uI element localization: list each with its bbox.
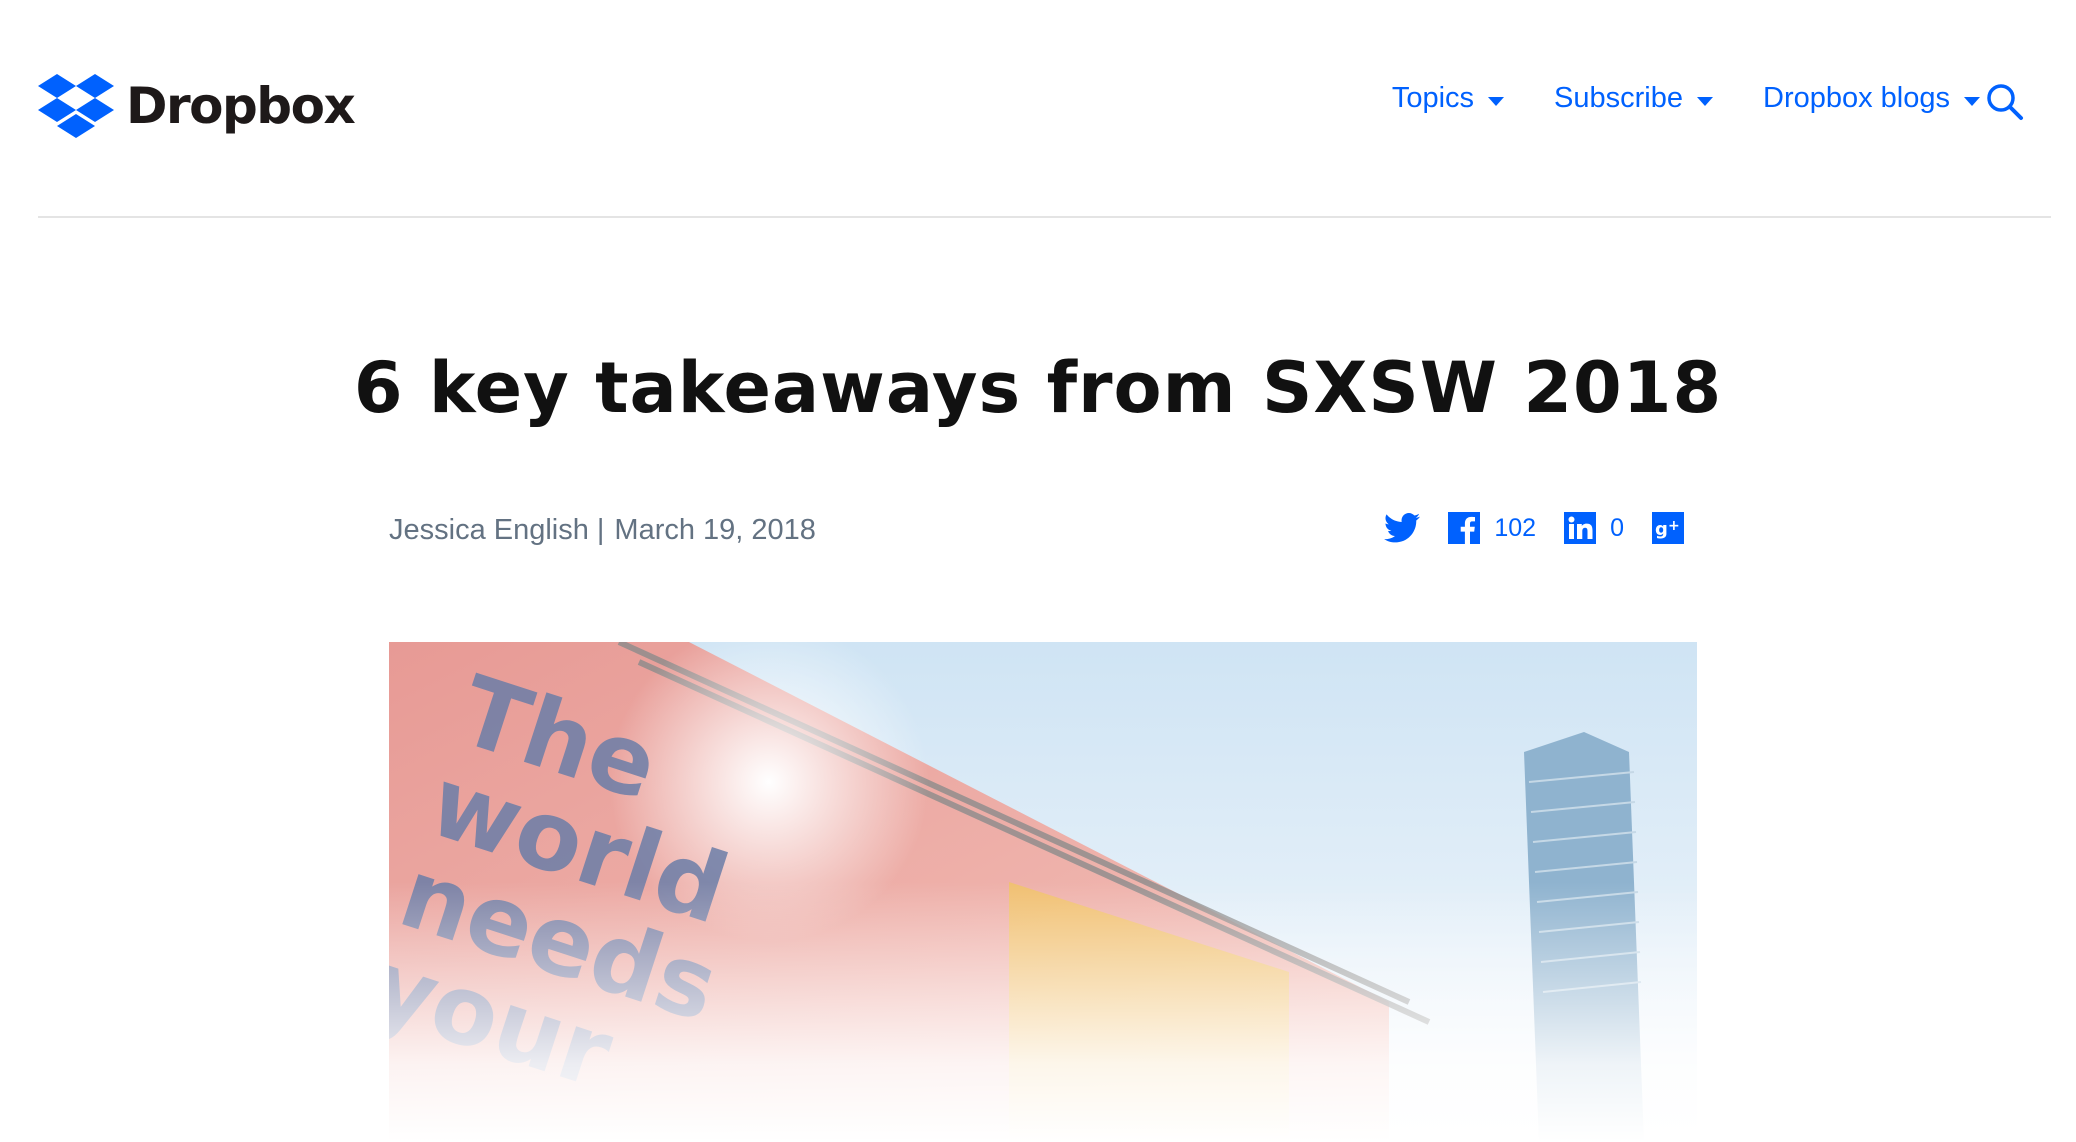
facebook-share-count: 102: [1494, 513, 1537, 542]
nav-topics[interactable]: Topics: [1391, 82, 1505, 115]
search-icon: [1987, 84, 2023, 120]
share-twitter-button[interactable]: [1384, 513, 1421, 543]
linkedin-icon: [1564, 512, 1597, 544]
meta-separator: |: [596, 514, 605, 546]
article-meta: Jessica English | March 19, 2018: [389, 514, 816, 547]
google-plus-icon: g +: [1652, 512, 1684, 544]
chevron-down-icon: [1488, 97, 1505, 106]
share-google-plus-button[interactable]: g +: [1652, 512, 1684, 544]
dropbox-logo-icon: [38, 74, 114, 138]
social-share-bar: 102 0 g +: [1384, 512, 1684, 544]
author-name[interactable]: Jessica English: [389, 514, 589, 547]
share-linkedin-button[interactable]: 0: [1564, 512, 1624, 544]
hero-image: The world needs your: [389, 642, 1697, 1142]
chevron-down-icon: [1964, 97, 1980, 106]
hero-fade-overlay: [389, 882, 1697, 1142]
nav-subscribe-label: Subscribe: [1554, 82, 1683, 114]
svg-text:+: +: [1668, 518, 1680, 534]
nav-subscribe[interactable]: Subscribe: [1554, 82, 1713, 115]
main-nav: Topics Subscribe Dropbox blogs: [1392, 82, 1980, 115]
twitter-icon: [1384, 513, 1421, 543]
facebook-icon: [1448, 512, 1481, 544]
chevron-down-icon: [1697, 97, 1713, 106]
publish-date: March 19, 2018: [614, 514, 816, 546]
linkedin-share-count: 0: [1610, 513, 1624, 542]
search-button[interactable]: [1985, 82, 2025, 122]
nav-topics-label: Topics: [1391, 82, 1475, 114]
header-divider: [38, 216, 2051, 218]
nav-dropbox-blogs[interactable]: Dropbox blogs: [1763, 82, 1980, 115]
article-title: 6 key takeaways from SXSW 2018: [353, 347, 1723, 429]
svg-text:g: g: [1655, 519, 1668, 540]
site-header: Dropbox Topics Subscribe Dropbox blogs: [0, 0, 2076, 218]
dropbox-logo[interactable]: Dropbox: [38, 74, 356, 138]
share-facebook-button[interactable]: 102: [1448, 512, 1536, 544]
nav-dropbox-blogs-label: Dropbox blogs: [1763, 82, 1950, 114]
logo-wordmark: Dropbox: [126, 77, 356, 135]
